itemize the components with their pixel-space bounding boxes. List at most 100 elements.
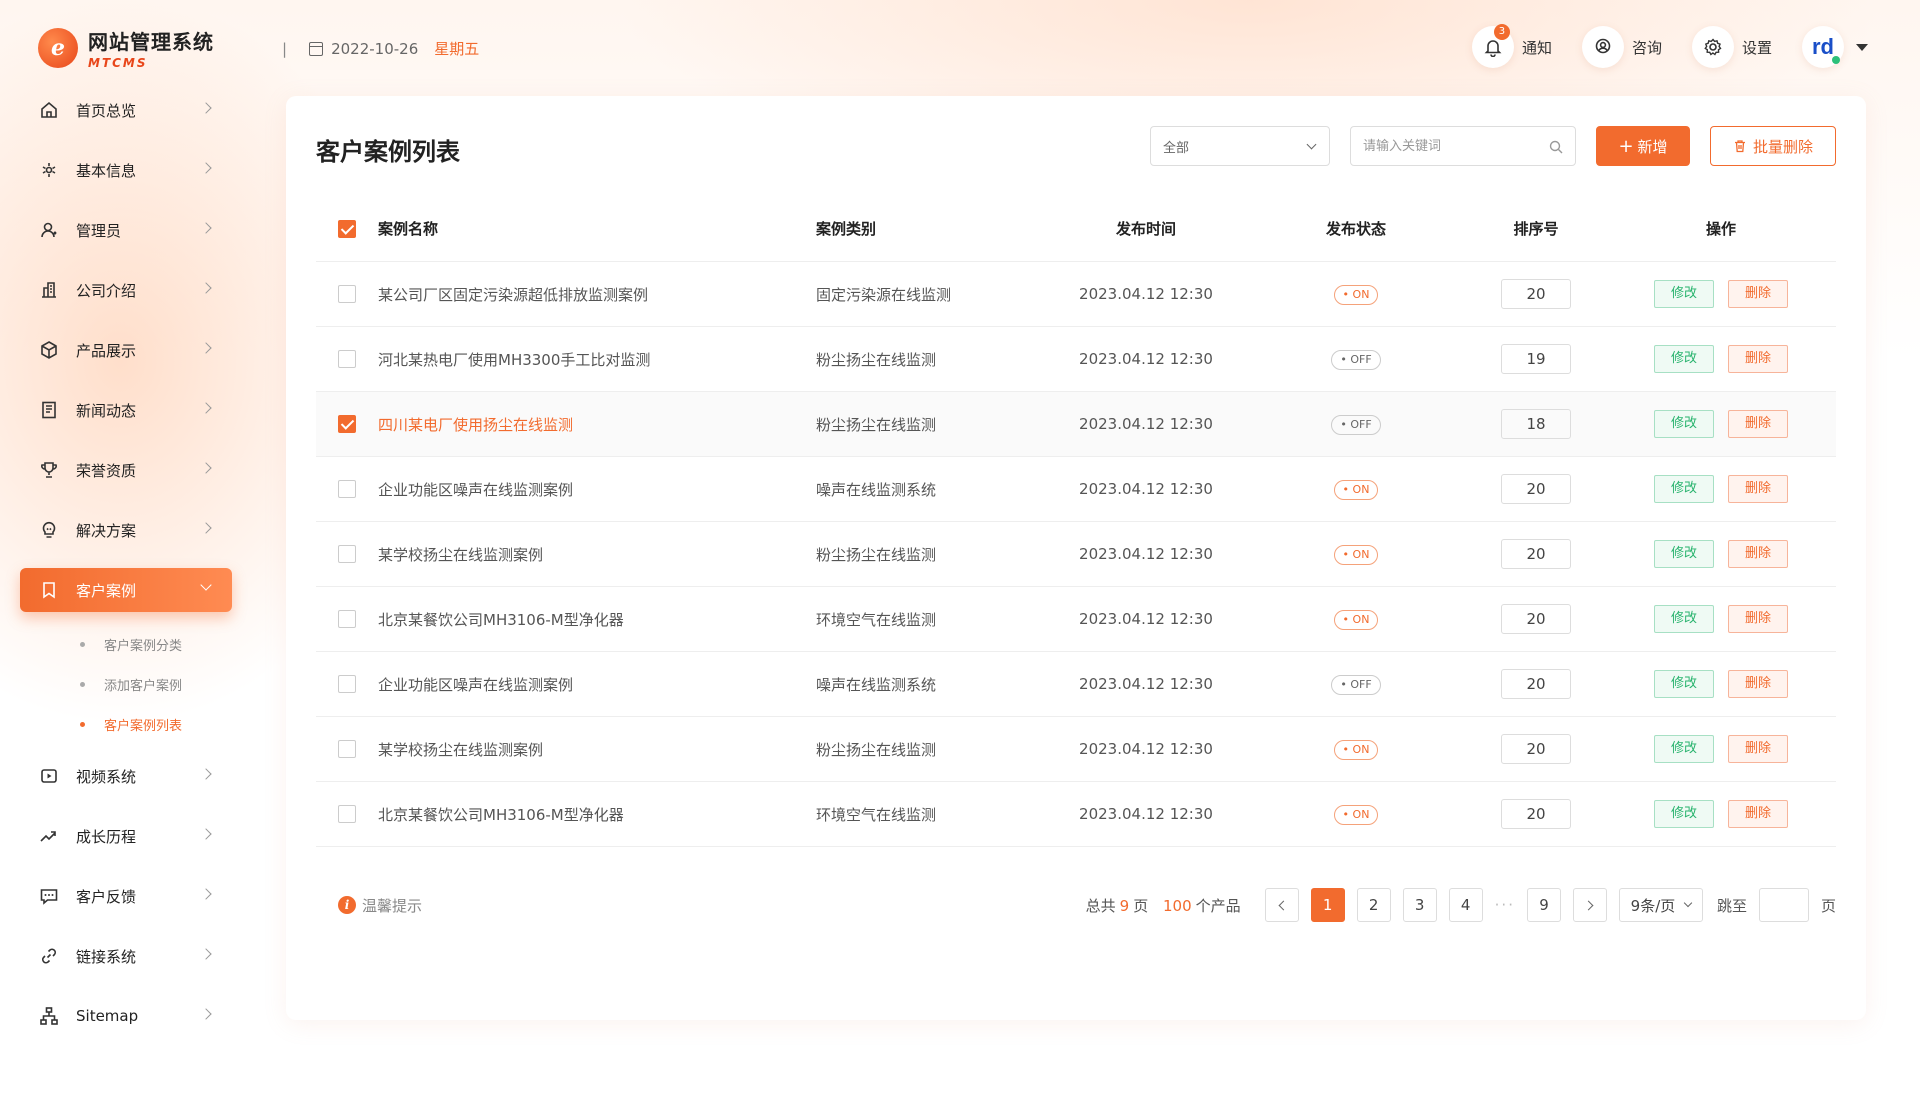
case-name[interactable]: 河北某热电厂使用MH3300手工比对监测 <box>378 349 816 370</box>
sort-input[interactable]: 20 <box>1501 799 1571 829</box>
page-button[interactable]: 4 <box>1448 888 1483 922</box>
status-toggle[interactable]: • ON <box>1333 479 1379 500</box>
status-toggle[interactable]: • OFF <box>1331 349 1381 370</box>
delete-button[interactable]: 删除 <box>1728 540 1788 568</box>
sort-input[interactable]: 20 <box>1501 474 1571 504</box>
jump-page-input[interactable] <box>1758 888 1809 922</box>
sort-input[interactable]: 20 <box>1501 734 1571 764</box>
row-checkbox[interactable] <box>338 675 356 693</box>
row-checkbox[interactable] <box>338 805 356 823</box>
consult-button[interactable]: 咨询 <box>1581 26 1662 68</box>
page-button[interactable]: 3 <box>1402 888 1437 922</box>
edit-button[interactable]: 修改 <box>1654 540 1714 568</box>
bulb-icon <box>38 519 60 541</box>
case-name[interactable]: 北京某餐饮公司MH3106-M型净化器 <box>378 804 816 825</box>
row-checkbox[interactable] <box>338 610 356 628</box>
page-button[interactable]: 1 <box>1310 888 1345 922</box>
row-checkbox[interactable] <box>338 350 356 368</box>
next-page-button[interactable] <box>1572 888 1607 922</box>
subnav-case-list[interactable]: 客户案例列表 <box>20 704 232 744</box>
sort-input[interactable]: 20 <box>1501 604 1571 634</box>
case-name[interactable]: 北京某餐饮公司MH3106-M型净化器 <box>378 609 816 630</box>
subnav-add-case[interactable]: 添加客户案例 <box>20 664 232 704</box>
prev-page-button[interactable] <box>1264 888 1299 922</box>
edit-button[interactable]: 修改 <box>1654 670 1714 698</box>
sort-input[interactable]: 20 <box>1501 539 1571 569</box>
edit-button[interactable]: 修改 <box>1654 605 1714 633</box>
row-checkbox[interactable] <box>338 740 356 758</box>
status-toggle[interactable]: • ON <box>1333 284 1379 305</box>
delete-button[interactable]: 删除 <box>1728 280 1788 308</box>
case-name[interactable]: 企业功能区噪声在线监测案例 <box>378 674 816 695</box>
sidebar-item-cases[interactable]: 客户案例 <box>20 568 232 612</box>
edit-button[interactable]: 修改 <box>1654 475 1714 503</box>
row-checkbox[interactable] <box>338 285 356 303</box>
user-menu[interactable]: rd <box>1802 26 1868 68</box>
case-name[interactable]: 企业功能区噪声在线监测案例 <box>378 479 816 500</box>
edit-button[interactable]: 修改 <box>1654 280 1714 308</box>
status-toggle[interactable]: • ON <box>1333 544 1379 565</box>
sidebar-item-basic-info[interactable]: 基本信息 <box>20 148 232 192</box>
status-toggle[interactable]: • ON <box>1333 609 1379 630</box>
search-icon[interactable] <box>1549 139 1563 158</box>
case-name[interactable]: 四川某电厂使用扬尘在线监测 <box>378 414 816 435</box>
sidebar-item-label: 解决方案 <box>76 521 137 540</box>
sort-input[interactable]: 20 <box>1501 669 1571 699</box>
status-toggle[interactable]: • OFF <box>1331 674 1381 695</box>
sidebar-item-video[interactable]: 视频系统 <box>20 754 232 798</box>
delete-button[interactable]: 删除 <box>1728 670 1788 698</box>
sidebar-item-growth[interactable]: 成长历程 <box>20 814 232 858</box>
delete-button[interactable]: 删除 <box>1728 345 1788 373</box>
edit-button[interactable]: 修改 <box>1654 800 1714 828</box>
row-checkbox[interactable] <box>338 480 356 498</box>
case-name[interactable]: 某学校扬尘在线监测案例 <box>378 544 816 565</box>
feedback-icon <box>38 885 60 907</box>
category-filter-select[interactable]: 全部 <box>1150 126 1330 166</box>
batch-delete-button[interactable]: 批量删除 <box>1710 126 1836 166</box>
add-button[interactable]: + 新增 <box>1596 126 1690 166</box>
delete-button[interactable]: 删除 <box>1728 735 1788 763</box>
settings-button[interactable]: 设置 <box>1691 26 1772 68</box>
sort-input[interactable]: 19 <box>1501 344 1571 374</box>
sidebar-item-sitemap[interactable]: Sitemap <box>20 994 232 1038</box>
app-logo[interactable]: e 网站管理系统 MTCMS <box>38 26 214 70</box>
sidebar-item-honors[interactable]: 荣誉资质 <box>20 448 232 492</box>
case-name[interactable]: 某公司厂区固定污染源超低排放监测案例 <box>378 284 816 305</box>
status-toggle[interactable]: • ON <box>1333 804 1379 825</box>
edit-button[interactable]: 修改 <box>1654 410 1714 438</box>
case-type: 粉尘扬尘在线监测 <box>816 350 937 369</box>
sidebar-item-admin[interactable]: 管理员 <box>20 208 232 252</box>
page-button[interactable]: 2 <box>1356 888 1391 922</box>
tip[interactable]: i 温馨提示 <box>338 895 422 916</box>
notify-button[interactable]: 3 通知 <box>1471 24 1552 68</box>
select-all-checkbox[interactable] <box>338 219 356 238</box>
sidebar-item-products[interactable]: 产品展示 <box>20 328 232 372</box>
delete-button[interactable]: 删除 <box>1728 800 1788 828</box>
row-checkbox[interactable] <box>338 415 356 433</box>
sidebar-item-feedback[interactable]: 客户反馈 <box>20 874 232 918</box>
edit-button[interactable]: 修改 <box>1654 345 1714 373</box>
sidebar-item-home[interactable]: 首页总览 <box>20 88 232 132</box>
page-ellipsis[interactable]: ··· <box>1495 896 1515 914</box>
status-toggle[interactable]: • OFF <box>1331 414 1381 435</box>
sidebar-item-solutions[interactable]: 解决方案 <box>20 508 232 552</box>
edit-button[interactable]: 修改 <box>1654 735 1714 763</box>
delete-button[interactable]: 删除 <box>1728 605 1788 633</box>
row-checkbox[interactable] <box>338 545 356 563</box>
page-size-select[interactable]: 9条/页 <box>1618 888 1703 922</box>
sort-input[interactable]: 18 <box>1501 409 1571 439</box>
status-toggle[interactable]: • ON <box>1333 739 1379 760</box>
search-input[interactable] <box>1351 127 1531 165</box>
case-name[interactable]: 某学校扬尘在线监测案例 <box>378 739 816 760</box>
sort-input[interactable]: 20 <box>1501 279 1571 309</box>
sidebar-item-news[interactable]: 新闻动态 <box>20 388 232 432</box>
toolbar: 全部 + 新增 批量删除 <box>1150 126 1836 166</box>
sidebar-item-company[interactable]: 公司介绍 <box>20 268 232 312</box>
delete-button[interactable]: 删除 <box>1728 475 1788 503</box>
sidebar-item-label: 首页总览 <box>76 101 137 120</box>
sidebar-item-links[interactable]: 链接系统 <box>20 934 232 978</box>
delete-button[interactable]: 删除 <box>1728 410 1788 438</box>
subnav-case-category[interactable]: 客户案例分类 <box>20 624 232 664</box>
page-button[interactable]: 9 <box>1526 888 1561 922</box>
sidebar-item-label: 视频系统 <box>76 767 137 786</box>
